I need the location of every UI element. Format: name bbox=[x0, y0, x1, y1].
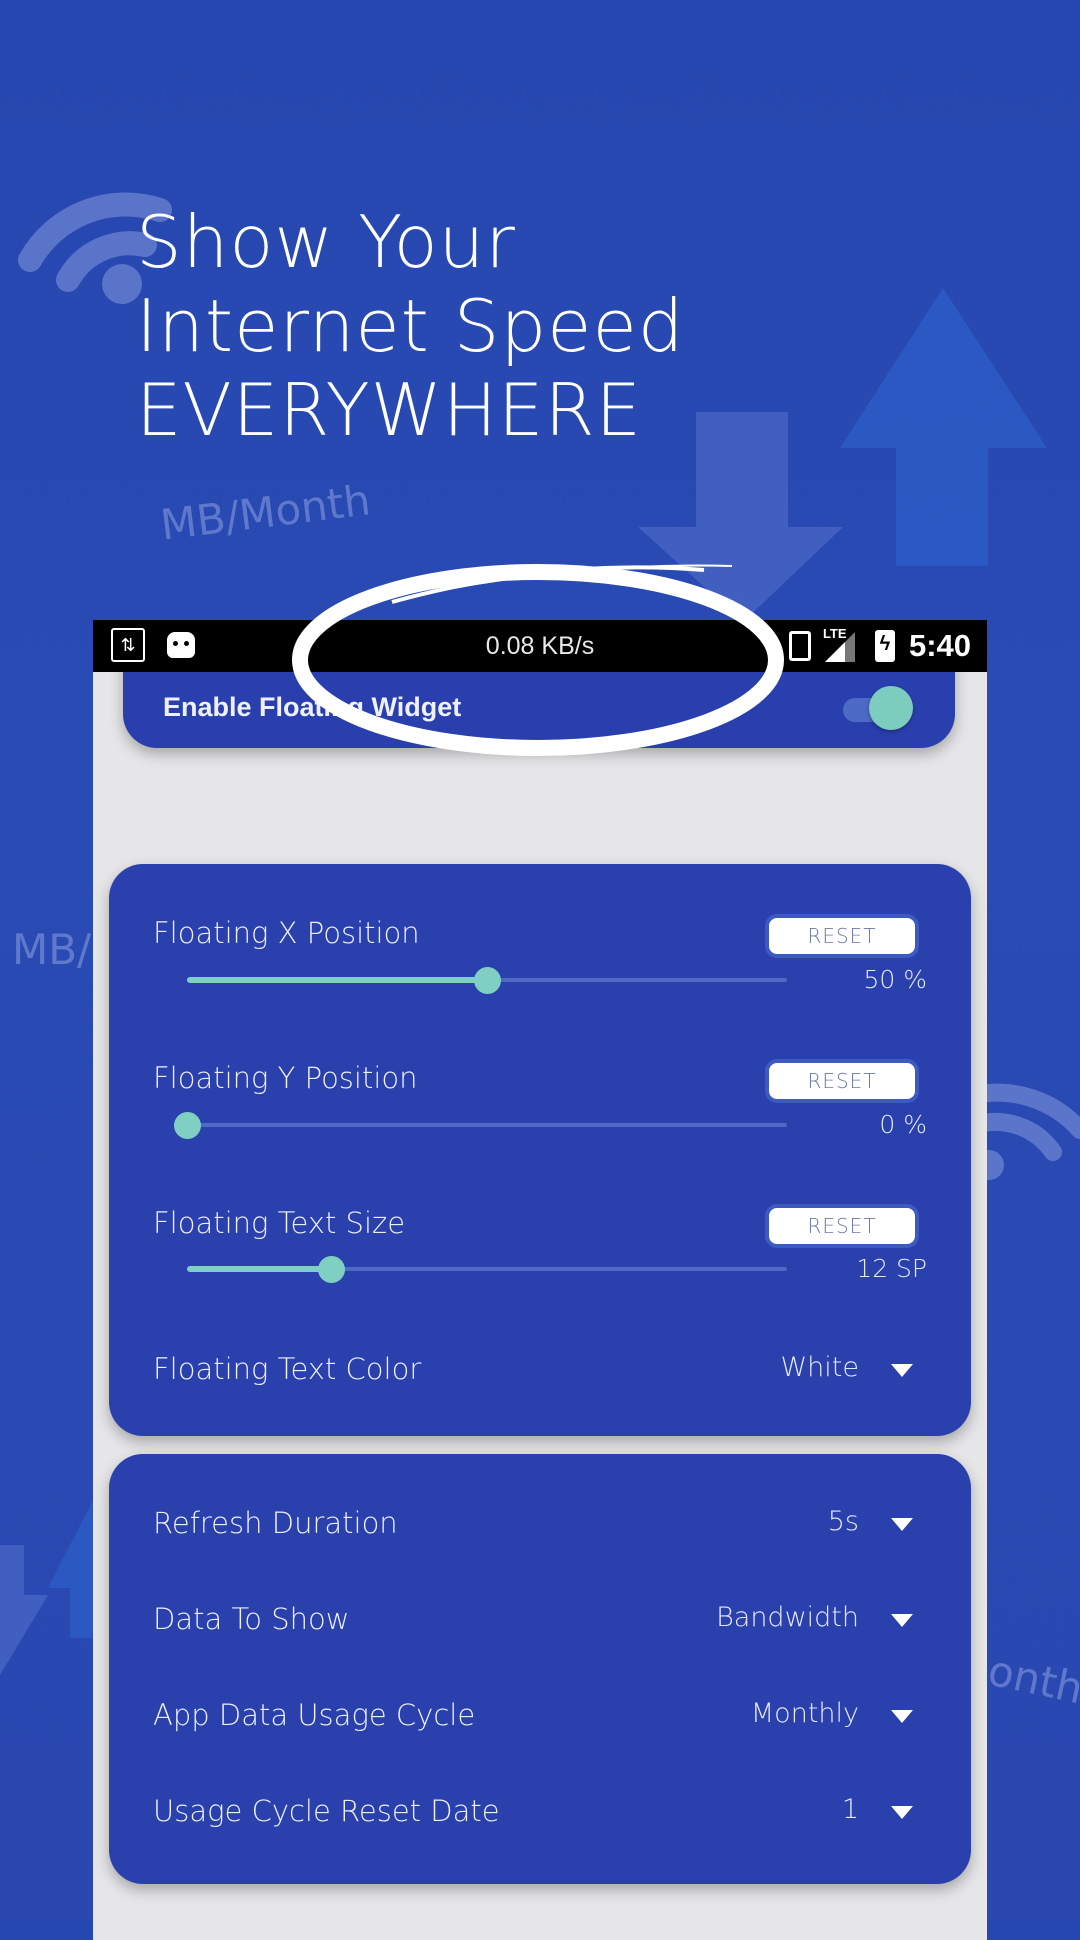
wifi-icon bbox=[975, 1083, 1080, 1180]
headline-line: Show Your bbox=[136, 200, 516, 284]
status-time: 5:40 bbox=[908, 628, 971, 663]
mb-month-text: MB/Month bbox=[157, 475, 374, 550]
floating-x-position-value: 50 % bbox=[863, 965, 927, 994]
usage-cycle-reset-date-label: Usage Cycle Reset Date bbox=[153, 1794, 500, 1828]
usage-cycle-reset-date-dropdown[interactable]: 1 bbox=[842, 1794, 859, 1825]
refresh-duration-label: Refresh Duration bbox=[153, 1506, 398, 1540]
floating-x-position-slider[interactable] bbox=[187, 965, 787, 995]
reset-text-size-button[interactable]: RESET bbox=[765, 1204, 919, 1248]
reset-y-position-button[interactable]: RESET bbox=[765, 1059, 919, 1103]
slider-thumb[interactable] bbox=[474, 967, 501, 994]
dropdown-arrow-icon[interactable] bbox=[891, 1710, 913, 1723]
floating-y-position-value: 0 % bbox=[879, 1110, 927, 1139]
usage-settings-card: Refresh Duration 5s Data To Show Bandwid… bbox=[109, 1454, 971, 1884]
promo-headline: Show Your Internet Speed EVERYWHERE bbox=[136, 200, 684, 452]
dropdown-arrow-icon[interactable] bbox=[891, 1518, 913, 1531]
toggle-knob bbox=[869, 686, 913, 730]
dropdown-arrow-icon[interactable] bbox=[891, 1364, 913, 1377]
mb-text: MB/ bbox=[12, 925, 92, 974]
slider-thumb[interactable] bbox=[174, 1112, 201, 1139]
enable-floating-widget-label: Enable Floating Widget bbox=[163, 692, 462, 722]
headline-line: Internet Speed bbox=[136, 284, 685, 368]
battery-charging-icon: ϟ bbox=[874, 630, 895, 662]
data-to-show-label: Data To Show bbox=[153, 1602, 350, 1636]
dropdown-arrow-icon[interactable] bbox=[891, 1806, 913, 1819]
phone-screen: ⇅ 0.08 KB/s LTE ϟ 5:40 Enable Floating W… bbox=[93, 620, 987, 1940]
floating-x-position-label: Floating X Position bbox=[153, 916, 420, 950]
floating-text-size-slider[interactable] bbox=[187, 1254, 787, 1284]
refresh-duration-dropdown[interactable]: 5s bbox=[828, 1506, 859, 1537]
enable-floating-widget-toggle[interactable] bbox=[843, 686, 913, 730]
floating-y-position-label: Floating Y Position bbox=[153, 1061, 418, 1095]
app-data-usage-cycle-dropdown[interactable]: Monthly bbox=[751, 1698, 859, 1729]
lte-signal-icon: LTE bbox=[823, 626, 861, 662]
floating-text-color-dropdown[interactable]: White bbox=[780, 1352, 859, 1383]
reset-x-position-button[interactable]: RESET bbox=[765, 914, 919, 958]
month-text: onth bbox=[983, 1645, 1080, 1714]
headline-line: EVERYWHERE bbox=[136, 368, 642, 452]
floating-text-size-label: Floating Text Size bbox=[153, 1206, 406, 1240]
vibrate-icon bbox=[788, 631, 811, 661]
upload-arrow-icon bbox=[48, 1500, 93, 1638]
floating-text-color-label: Floating Text Color bbox=[153, 1352, 422, 1386]
status-bar: ⇅ 0.08 KB/s LTE ϟ 5:40 bbox=[93, 620, 987, 672]
app-data-usage-cycle-label: App Data Usage Cycle bbox=[153, 1698, 476, 1732]
floating-y-position-slider[interactable] bbox=[174, 1110, 787, 1140]
floating-text-size-value: 12 SP bbox=[856, 1254, 927, 1283]
data-to-show-dropdown[interactable]: Bandwidth bbox=[716, 1602, 859, 1633]
network-type: LTE bbox=[822, 626, 847, 641]
slider-thumb[interactable] bbox=[318, 1256, 345, 1283]
upload-arrow-icon bbox=[840, 288, 1047, 566]
floating-appearance-card: Floating X Position RESET 50 % Floating … bbox=[109, 864, 971, 1436]
download-arrow-icon bbox=[0, 1545, 48, 1675]
dropdown-arrow-icon[interactable] bbox=[891, 1614, 913, 1627]
